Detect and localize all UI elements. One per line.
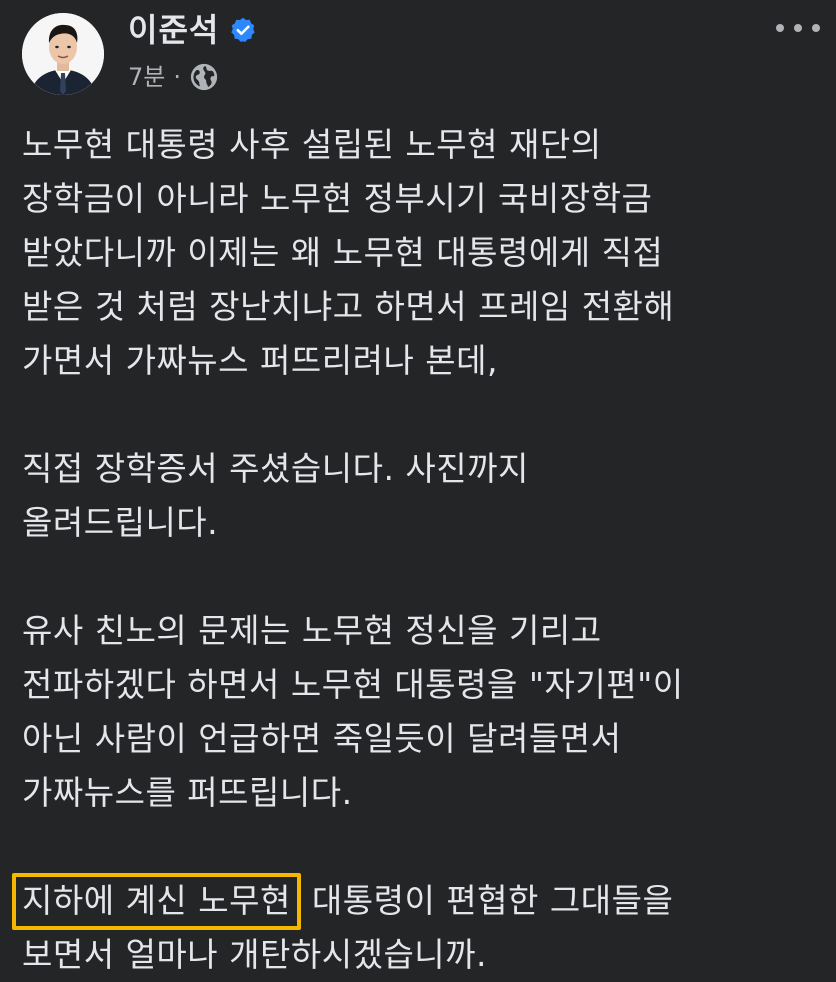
more-dot	[812, 24, 820, 32]
more-dot	[776, 24, 784, 32]
profile-photo	[22, 13, 104, 95]
body-line: 노무현 대통령 사후 설립된 노무현 재단의	[22, 125, 602, 164]
post-timestamp[interactable]: 7분	[128, 60, 165, 94]
body-line: 장학금이 아니라 노무현 정부시기 국비장학금	[22, 179, 653, 218]
author-name[interactable]: 이준석	[128, 10, 219, 50]
meta-separator: ·	[173, 63, 181, 91]
body-line: 올려드립니다.	[22, 503, 219, 542]
body-line: 보면서 얼마나 개탄하시겠습니까.	[22, 935, 488, 974]
body-line: 받았다니까 이제는 왜 노무현 대통령에게 직접	[22, 233, 664, 272]
post-meta: 7분 ·	[128, 60, 219, 94]
body-line: 직접 장학증서 주셨습니다. 사진까지	[22, 449, 529, 488]
body-line: 전파하겠다 하면서 노무현 대통령을 "자기편"이	[22, 665, 684, 704]
post-body: 노무현 대통령 사후 설립된 노무현 재단의 장학금이 아니라 노무현 정부시기…	[12, 118, 822, 982]
body-line: 유사 친노의 문제는 노무현 정신을 기리고	[22, 611, 602, 650]
body-line: 가짜뉴스를 퍼뜨립니다.	[22, 773, 353, 812]
body-line: 아닌 사람이 언급하면 죽일듯이 달려들면서	[22, 719, 622, 758]
body-line-rest: 대통령이 편협한 그대들을	[300, 881, 674, 920]
globe-icon[interactable]	[189, 62, 219, 92]
body-line: 받은 것 처럼 장난치냐고 하면서 프레임 전환해	[22, 287, 675, 326]
author-avatar[interactable]	[22, 13, 104, 95]
highlighted-phrase: 지하에 계신 노무현	[12, 873, 301, 930]
verified-badge-icon	[229, 16, 257, 44]
facebook-post: 이준석 7분 · 노무현 대통령 사후 설립된 노무현 재단의 장학금이 아니라…	[0, 0, 836, 974]
more-options-icon[interactable]	[776, 18, 820, 38]
body-line: 가면서 가짜뉴스 퍼뜨리려나 본데,	[22, 341, 498, 380]
body-line-final: 지하에 계신 노무현 대통령이 편협한 그대들을	[12, 873, 822, 930]
author-name-row: 이준석	[128, 10, 257, 50]
more-dot	[794, 24, 802, 32]
